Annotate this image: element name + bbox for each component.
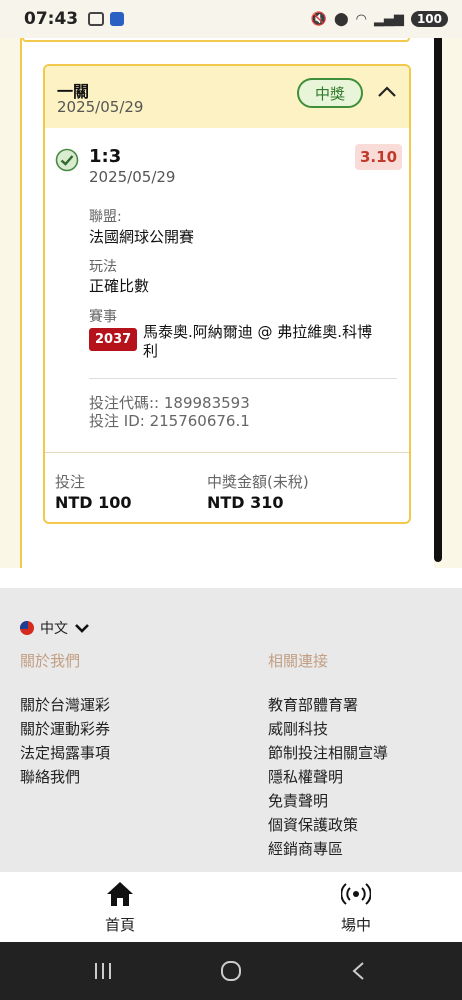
home-icon xyxy=(107,882,133,906)
taiwan-flag-icon xyxy=(20,621,34,635)
event-number-badge: 2037 xyxy=(89,328,138,351)
nav-live-label: 場中 xyxy=(340,916,371,934)
nav-home[interactable]: 首頁 xyxy=(80,880,160,935)
footer-link-about-lottery[interactable]: 關於運動彩券 xyxy=(20,718,110,739)
bottom-navigation: 首頁 場中 xyxy=(0,872,462,942)
odds-badge: 3.10 xyxy=(355,144,403,170)
screenshot-icon xyxy=(88,12,105,26)
footer-link-dealer[interactable]: 經銷商專區 xyxy=(268,838,343,859)
recent-apps-icon[interactable] xyxy=(92,961,114,981)
divider xyxy=(89,378,397,379)
stake-label: 投注 xyxy=(55,473,86,491)
bet-reference: 投注代碼:: 189983593 投注 ID: 215760676.1 xyxy=(89,394,250,430)
location-icon: ⬤ xyxy=(334,11,349,27)
back-icon[interactable] xyxy=(348,960,370,982)
check-circle-icon xyxy=(55,148,79,172)
nav-live[interactable]: 場中 xyxy=(316,880,396,935)
scrollbar[interactable] xyxy=(434,38,442,562)
league-label: 聯盟: xyxy=(89,209,122,225)
bet-card-header[interactable]: 一關 2025/05/29 中獎 xyxy=(45,66,409,128)
status-bar: 07:43 🔇 ⬤ ◠ ▂▄▆ 100 xyxy=(0,0,462,38)
event-label: 賽事 xyxy=(89,309,117,325)
system-navigation-bar xyxy=(0,942,462,1000)
footer-link-sports-admin[interactable]: 教育部體育署 xyxy=(268,694,358,715)
footer-link-about-sportslottery[interactable]: 關於台灣運彩 xyxy=(20,694,110,715)
footer-link-responsible-gaming[interactable]: 節制投注相關宣導 xyxy=(268,742,388,763)
footer-link-contact[interactable]: 聯絡我們 xyxy=(20,766,80,787)
footer-link-adata[interactable]: 威剛科技 xyxy=(268,718,328,739)
nav-home-label: 首頁 xyxy=(104,916,135,934)
related-heading: 相關連接 xyxy=(268,652,329,670)
about-heading: 關於我們 xyxy=(20,652,81,670)
chevron-up-icon[interactable] xyxy=(375,80,399,104)
bet-date: 2025/05/29 xyxy=(57,98,144,116)
battery-indicator: 100 xyxy=(410,11,448,27)
stake-value: NTD 100 xyxy=(55,493,132,512)
language-selector[interactable]: 中文 xyxy=(20,618,90,638)
bet-selection: 1:3 2025/05/29 3.10 聯盟: 法國網球公開賽 玩法 正確比數 … xyxy=(45,128,409,452)
previous-bet-card-edge xyxy=(22,38,410,42)
bet-code: 投注代碼:: 189983593 xyxy=(89,394,250,412)
bet-card: 一關 2025/05/29 中獎 1:3 2025/05/29 3.10 聯盟:… xyxy=(43,64,411,524)
selection-date: 2025/05/29 xyxy=(89,168,176,186)
status-time: 07:43 xyxy=(24,9,79,29)
selection-score: 1:3 xyxy=(89,146,122,167)
status-badge: 中獎 xyxy=(297,78,363,108)
event-name: 馬泰奧.阿納爾迪 @ 弗拉維奧.科博利 xyxy=(143,323,373,360)
live-broadcast-icon xyxy=(340,883,372,905)
app-notification-icon xyxy=(110,12,125,26)
bet-id: 投注 ID: 215760676.1 xyxy=(89,412,250,430)
wifi-icon: ◠ xyxy=(355,11,367,27)
home-button-icon[interactable] xyxy=(219,959,243,983)
market-value: 正確比數 xyxy=(89,277,150,295)
market-label: 玩法 xyxy=(89,259,117,275)
signal-icon: ▂▄▆ xyxy=(373,11,404,27)
league-value: 法國網球公開賽 xyxy=(89,228,195,246)
footer-link-data-protection[interactable]: 個資保護政策 xyxy=(268,814,358,835)
footer-link-disclaimer[interactable]: 免責聲明 xyxy=(268,790,328,811)
footer-link-privacy[interactable]: 隱私權聲明 xyxy=(268,766,343,787)
payout-value: NTD 310 xyxy=(207,493,284,512)
site-footer: 中文 關於我們 關於台灣運彩 關於運動彩券 法定揭露事項 聯絡我們 相關連接 教… xyxy=(0,588,462,872)
mute-icon: 🔇 xyxy=(310,11,328,27)
bet-card-footer: 投注 NTD 100 中獎金額(未稅) NTD 310 xyxy=(45,452,409,522)
chevron-down-icon xyxy=(75,624,89,633)
footer-link-disclosure[interactable]: 法定揭露事項 xyxy=(20,742,110,763)
language-label: 中文 xyxy=(40,621,68,637)
payout-label: 中獎金額(未稅) xyxy=(207,473,309,491)
